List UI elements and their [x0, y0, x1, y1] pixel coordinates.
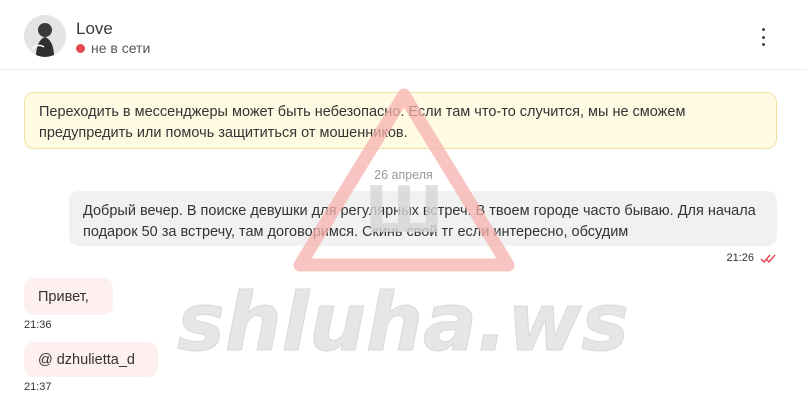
more-menu-button[interactable] — [757, 26, 769, 48]
incoming-message[interactable]: Привет, — [24, 278, 113, 315]
more-dot-icon — [761, 35, 765, 39]
incoming-message[interactable]: @ dzhulietta_d — [24, 342, 158, 377]
contact-name[interactable]: Love — [76, 19, 113, 39]
avatar-image — [24, 15, 66, 57]
message-time: 21:37 — [24, 381, 52, 393]
online-status: не в сети — [76, 40, 150, 56]
outgoing-message[interactable]: Добрый вечер. В поиске девушки для регул… — [69, 191, 777, 246]
read-ticks-icon — [760, 254, 776, 263]
messenger-warning-banner: Переходить в мессенджеры может быть небе… — [24, 92, 777, 149]
avatar[interactable] — [24, 15, 66, 57]
more-dot-icon — [761, 43, 765, 46]
chat-header: Love не в сети — [0, 0, 807, 70]
offline-dot-icon — [76, 43, 85, 53]
watermark-text: shluha.ws — [177, 276, 629, 369]
more-dot-icon — [761, 28, 765, 31]
status-label: не в сети — [91, 40, 151, 56]
message-time: 21:36 — [24, 319, 52, 331]
date-separator: 26 апреля — [374, 168, 433, 182]
outgoing-message-meta: 21:26 — [726, 252, 776, 264]
message-time: 21:26 — [726, 252, 754, 264]
